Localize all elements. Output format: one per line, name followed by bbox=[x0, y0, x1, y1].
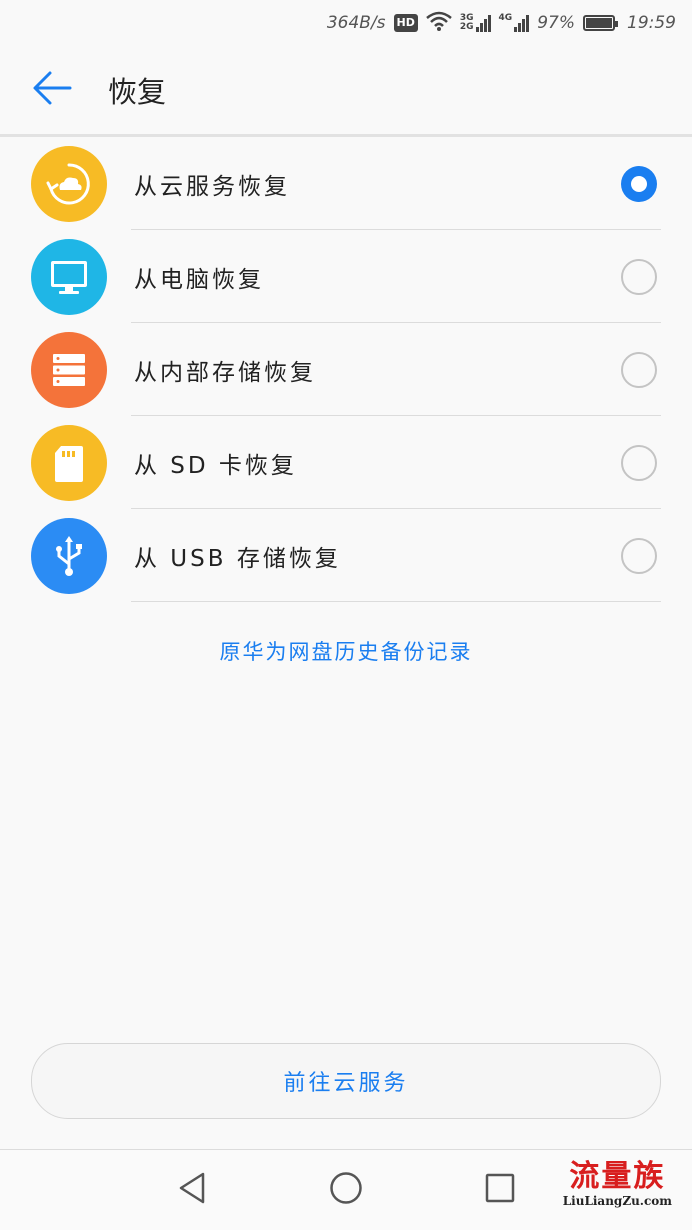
signal-4g: 4G bbox=[499, 14, 530, 32]
option-internal-storage[interactable]: 从内部存储恢复 bbox=[0, 323, 692, 416]
nav-home-button[interactable] bbox=[328, 1172, 364, 1208]
hd-badge: HD bbox=[393, 14, 418, 32]
app-header: 恢复 bbox=[0, 46, 692, 137]
radio-unselected[interactable] bbox=[621, 537, 657, 574]
option-label: 从 USB 存储恢复 bbox=[134, 545, 341, 572]
back-button[interactable] bbox=[22, 60, 82, 120]
wifi-icon bbox=[426, 11, 452, 36]
battery-percent: 97% bbox=[537, 13, 575, 33]
battery-icon bbox=[583, 15, 618, 31]
watermark-title: 流量族 bbox=[569, 1159, 666, 1194]
option-usb[interactable]: 从 USB 存储恢复 bbox=[0, 509, 692, 602]
radio-unselected[interactable] bbox=[621, 258, 657, 295]
restore-options-list: 从云服务恢复 从电脑恢复 从内部存储恢复 从 SD 卡恢复 从 USB 存储恢复 bbox=[0, 137, 692, 602]
sd-card-icon bbox=[31, 425, 107, 501]
clock: 19:59 bbox=[627, 13, 676, 33]
option-computer[interactable]: 从电脑恢复 bbox=[0, 230, 692, 323]
circle-home-icon bbox=[329, 1171, 363, 1209]
history-backup-link[interactable]: 原华为网盘历史备份记录 bbox=[0, 636, 692, 666]
radio-unselected[interactable] bbox=[621, 444, 657, 481]
net-2g-label: 2G bbox=[459, 22, 474, 32]
page-title: 恢复 bbox=[108, 75, 167, 109]
divider bbox=[131, 601, 661, 602]
nav-back-button[interactable] bbox=[174, 1172, 210, 1208]
option-cloud[interactable]: 从云服务恢复 bbox=[0, 137, 692, 230]
arrow-left-icon bbox=[32, 70, 72, 110]
option-label: 从云服务恢复 bbox=[134, 173, 290, 200]
signal-bars-icon bbox=[514, 14, 530, 32]
net-4g-label: 4G bbox=[498, 13, 513, 23]
network-speed: 364B/s bbox=[326, 13, 386, 33]
option-label: 从电脑恢复 bbox=[134, 266, 264, 293]
status-bar: 364B/s HD 3G 2G 4G 97% 19:59 bbox=[0, 0, 692, 46]
triangle-back-icon bbox=[177, 1171, 207, 1209]
signal-3g2g: 3G 2G bbox=[460, 14, 491, 32]
nav-recents-button[interactable] bbox=[482, 1172, 518, 1208]
option-label: 从 SD 卡恢复 bbox=[134, 452, 297, 479]
watermark-url: LiuLiangZu.com bbox=[562, 1194, 672, 1208]
watermark-logo: 流量族 LiuLiangZu.com bbox=[562, 1159, 672, 1209]
go-to-cloud-button[interactable]: 前往云服务 bbox=[31, 1043, 661, 1119]
monitor-icon bbox=[31, 239, 107, 315]
option-label: 从内部存储恢复 bbox=[134, 359, 316, 386]
navigation-bar: 流量族 LiuLiangZu.com bbox=[0, 1149, 692, 1230]
cloud-restore-icon bbox=[31, 146, 107, 222]
usb-icon bbox=[31, 518, 107, 594]
option-sd-card[interactable]: 从 SD 卡恢复 bbox=[0, 416, 692, 509]
storage-icon bbox=[31, 332, 107, 408]
radio-unselected[interactable] bbox=[621, 351, 657, 388]
signal-bars-icon bbox=[475, 14, 491, 32]
square-recents-icon bbox=[484, 1172, 516, 1208]
radio-selected[interactable] bbox=[621, 165, 657, 202]
